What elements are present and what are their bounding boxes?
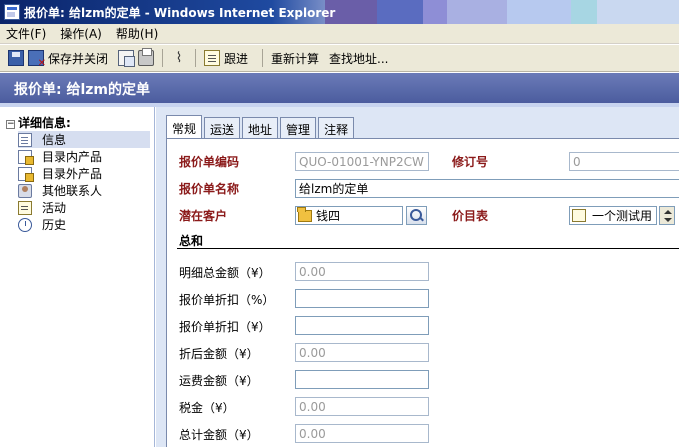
revision-field bbox=[569, 152, 679, 171]
tax-label: 税金（¥） bbox=[179, 401, 235, 415]
nav-section-label: 详细信息: bbox=[18, 116, 71, 130]
price-list-label: 价目表 bbox=[452, 209, 489, 223]
tab-bar: 常规 运送 地址 管理 注释 bbox=[166, 115, 356, 138]
follow-up-icon[interactable] bbox=[204, 50, 221, 66]
nav-item-label: 信息 bbox=[42, 133, 67, 147]
tab-general[interactable]: 常规 bbox=[166, 115, 203, 138]
recalculate-button[interactable]: 重新计算 bbox=[271, 50, 319, 67]
collapse-icon[interactable]: − bbox=[6, 120, 15, 129]
title-bar-stripe bbox=[571, 0, 597, 24]
follow-up-button[interactable]: 跟进 bbox=[224, 50, 248, 67]
pre-freight-amount-label: 折后金额（¥） bbox=[179, 347, 259, 361]
detail-amount-label: 明细总金额（¥） bbox=[179, 266, 271, 280]
menu-bar: 文件(F) 操作(A) 帮助(H) bbox=[0, 24, 679, 44]
menu-file[interactable]: 文件(F) bbox=[6, 25, 46, 42]
save-icon[interactable] bbox=[8, 50, 24, 66]
freight-amount-field[interactable] bbox=[295, 370, 429, 389]
activity-icon bbox=[18, 200, 32, 215]
quote-name-field[interactable] bbox=[295, 179, 679, 198]
nav-item-writein-products[interactable]: 目录外产品 bbox=[18, 165, 150, 182]
toolbar-separator bbox=[195, 49, 197, 67]
freight-amount-label: 运费金额（¥） bbox=[179, 374, 259, 388]
attach-icon[interactable]: ⌇ bbox=[171, 50, 187, 66]
tab-shipping[interactable]: 运送 bbox=[204, 117, 241, 138]
title-bar-stripe bbox=[447, 0, 507, 24]
customer-lookup-field[interactable]: 钱四 bbox=[295, 206, 403, 225]
main-content: 常规 运送 地址 管理 注释 报价单编码 修订号 报价单名称 潜在客户 钱四 价… bbox=[156, 107, 679, 447]
window-title: 报价单: 给lzm的定单 - Windows Internet Explorer bbox=[24, 6, 336, 20]
product-icon bbox=[18, 166, 34, 182]
customer-value: 钱四 bbox=[316, 209, 341, 223]
nav-item-label: 目录外产品 bbox=[42, 167, 103, 181]
left-nav: − 详细信息: 信息 目录内产品 目录外产品 其他联系人 活动 历史 bbox=[0, 107, 155, 447]
nav-item-label: 其他联系人 bbox=[42, 184, 103, 198]
discount-percent-label: 报价单折扣（%） bbox=[179, 293, 275, 307]
total-amount-field bbox=[295, 424, 429, 443]
price-list-field[interactable]: 一个测试用 bbox=[569, 206, 657, 225]
menu-actions[interactable]: 操作(A) bbox=[60, 25, 102, 42]
discount-amount-field[interactable] bbox=[295, 316, 429, 335]
customer-lookup-button[interactable] bbox=[406, 206, 427, 225]
find-address-button[interactable]: 查找地址... bbox=[329, 50, 388, 67]
quote-id-label: 报价单编码 bbox=[179, 155, 240, 169]
title-bar-stripes bbox=[325, 0, 679, 24]
menu-help[interactable]: 帮助(H) bbox=[116, 25, 158, 42]
nav-item-information[interactable]: 信息 bbox=[18, 131, 150, 148]
title-bar-stripe bbox=[507, 0, 571, 24]
tab-administration[interactable]: 管理 bbox=[280, 117, 317, 138]
product-icon bbox=[18, 149, 34, 165]
revision-label: 修订号 bbox=[452, 155, 489, 169]
page-title: 报价单: 给lzm的定单 bbox=[0, 73, 679, 103]
tab-addresses[interactable]: 地址 bbox=[242, 117, 279, 138]
window-title-bar: 报价单: 给lzm的定单 - Windows Internet Explorer bbox=[0, 0, 679, 24]
tab-notes[interactable]: 注释 bbox=[318, 117, 355, 138]
discount-percent-field[interactable] bbox=[295, 289, 429, 308]
nav-item-catalog-products[interactable]: 目录内产品 bbox=[18, 148, 150, 165]
nav-item-activities[interactable]: 活动 bbox=[18, 199, 150, 216]
contact-icon bbox=[18, 183, 32, 198]
title-bar-stripe bbox=[377, 0, 423, 24]
tax-field bbox=[295, 397, 429, 416]
total-amount-label: 总计金额（¥） bbox=[179, 428, 259, 442]
pre-freight-amount-field bbox=[295, 343, 429, 362]
save-and-close-icon[interactable] bbox=[28, 50, 46, 69]
title-bar-stripe bbox=[597, 0, 679, 24]
ie-page-icon bbox=[4, 4, 20, 20]
price-list-spinner[interactable] bbox=[659, 206, 675, 225]
copy-icon[interactable] bbox=[118, 50, 136, 67]
toolbar-separator bbox=[262, 49, 264, 67]
nav-item-label: 活动 bbox=[42, 201, 67, 215]
nav-section-details[interactable]: − 详细信息: bbox=[6, 114, 71, 131]
nav-item-label: 目录内产品 bbox=[42, 150, 103, 164]
customer-label: 潜在客户 bbox=[179, 209, 228, 223]
discount-amount-label: 报价单折扣（¥） bbox=[179, 320, 271, 334]
quote-name-label: 报价单名称 bbox=[179, 182, 240, 196]
totals-section-title: 总和 bbox=[179, 234, 204, 248]
save-and-close-button[interactable]: 保存并关闭 bbox=[48, 50, 108, 67]
clock-icon bbox=[18, 217, 32, 232]
nav-item-history[interactable]: 历史 bbox=[18, 216, 150, 233]
folder-icon bbox=[297, 206, 312, 222]
form-panel: 报价单编码 修订号 报价单名称 潜在客户 钱四 价目表 一个测试用 总和 明细总… bbox=[166, 138, 679, 447]
document-icon bbox=[18, 132, 32, 147]
section-divider bbox=[177, 248, 679, 249]
quote-id-field bbox=[295, 152, 429, 171]
toolbar: 保存并关闭 ⌇ 跟进 重新计算 查找地址... bbox=[0, 45, 679, 72]
print-icon[interactable] bbox=[138, 48, 155, 66]
nav-item-other-contacts[interactable]: 其他联系人 bbox=[18, 182, 150, 199]
price-list-icon bbox=[572, 209, 586, 222]
title-bar-stripe bbox=[423, 0, 447, 24]
toolbar-separator bbox=[162, 49, 164, 67]
detail-amount-field bbox=[295, 262, 429, 281]
price-list-value: 一个测试用 bbox=[592, 209, 653, 223]
nav-item-label: 历史 bbox=[42, 218, 67, 232]
